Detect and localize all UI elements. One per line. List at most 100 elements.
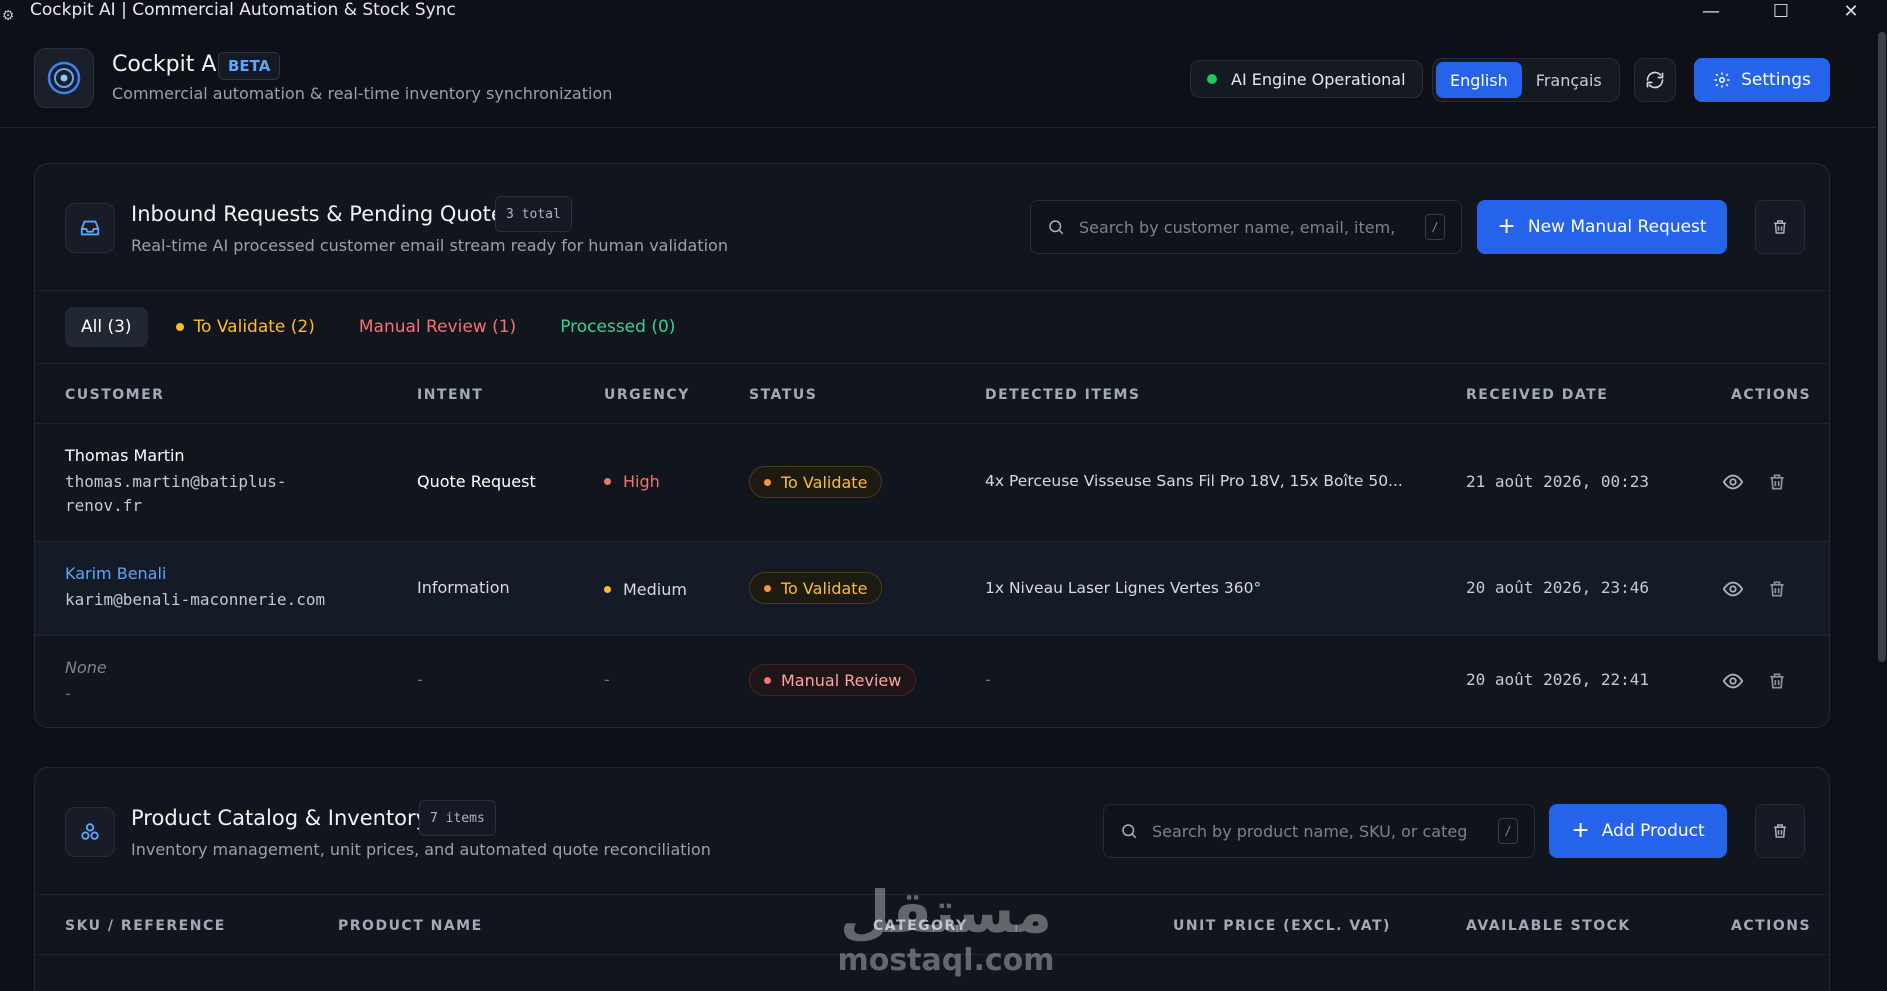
col-received-date: RECEIVED DATE	[1466, 387, 1609, 403]
maximize-icon[interactable]: ☐	[1752, 0, 1810, 22]
trash-icon[interactable]	[1765, 669, 1789, 693]
mostaql-watermark: مستقل mostaql.com	[826, 880, 1066, 990]
delete-all-products-button[interactable]	[1755, 804, 1805, 858]
tab-manual-review[interactable]: Manual Review (1)	[343, 307, 532, 347]
tab-manual-review-label: Manual Review (1)	[358, 317, 517, 337]
gear-icon	[1714, 72, 1730, 88]
detected-items: 1x Niveau Laser Lignes Vertes 360°	[985, 579, 1262, 597]
lang-french[interactable]: Français	[1522, 62, 1616, 98]
plus-icon: +	[1571, 818, 1590, 843]
trash-icon[interactable]	[1765, 577, 1789, 601]
scrollbar-thumb[interactable]	[1878, 32, 1886, 662]
boxes-icon	[65, 807, 115, 857]
col-product-name: PRODUCT NAME	[338, 918, 483, 934]
received-date: 20 août 2026, 23:46	[1466, 578, 1650, 597]
close-icon[interactable]: ✕	[1822, 0, 1880, 22]
new-manual-request-button[interactable]: + New Manual Request	[1477, 200, 1727, 254]
brand-name: Cockpit AI	[112, 52, 223, 77]
add-product-button[interactable]: + Add Product	[1549, 804, 1727, 858]
settings-button[interactable]: Settings	[1694, 58, 1830, 102]
table-row[interactable]: Thomas Martin thomas.martin@batiplus- re…	[35, 424, 1829, 542]
tab-dot	[175, 323, 184, 331]
requests-search[interactable]: /	[1030, 200, 1462, 254]
status-badge: To Validate	[749, 572, 883, 604]
header-subtitle: Commercial automation & real-time invent…	[112, 84, 613, 103]
col-urgency: URGENCY	[604, 387, 690, 403]
intent: -	[417, 670, 423, 689]
status-dot	[764, 584, 771, 592]
watermark-latin: mostaql.com	[837, 943, 1055, 978]
beta-badge: BETA	[218, 52, 281, 80]
requests-table-header: CUSTOMER INTENT URGENCY STATUS DETECTED …	[35, 364, 1829, 424]
refresh-button[interactable]	[1634, 58, 1676, 102]
request-filter-tabs: All (3) To Validate (2) Manual Review (1…	[35, 291, 1829, 364]
new-request-label: New Manual Request	[1527, 217, 1707, 237]
tab-processed[interactable]: Processed (0)	[544, 307, 691, 347]
view-eye-icon[interactable]	[1721, 470, 1745, 494]
col-actions: ACTIONS	[1731, 387, 1812, 403]
catalog-search[interactable]: /	[1103, 804, 1535, 858]
delete-all-requests-button[interactable]	[1755, 200, 1805, 254]
refresh-icon	[1646, 71, 1664, 89]
window-scrollbar[interactable]	[1877, 30, 1887, 670]
requests-count-badge: 3 total	[495, 196, 572, 232]
tab-all[interactable]: All (3)	[65, 307, 148, 347]
inbox-icon	[65, 203, 115, 253]
status-label: To Validate	[781, 472, 868, 492]
col-available-stock: AVAILABLE STOCK	[1466, 918, 1631, 934]
catalog-title: Product Catalog & Inventory	[131, 806, 429, 830]
catalog-card-header: Product Catalog & Inventory 7 items Inve…	[35, 768, 1829, 895]
col-sku: SKU / REFERENCE	[65, 918, 226, 934]
tab-processed-label: Processed (0)	[560, 317, 676, 337]
window-title: Cockpit AI | Commercial Automation & Sto…	[30, 0, 456, 20]
status-dot	[764, 478, 771, 486]
intent: Information	[417, 578, 510, 597]
tab-to-validate[interactable]: To Validate (2)	[160, 307, 331, 347]
window-titlebar: ⚙ Cockpit AI | Commercial Automation & S…	[0, 0, 1887, 32]
status-badge: Manual Review	[749, 664, 917, 696]
trash-icon	[1774, 220, 1786, 234]
minimize-icon[interactable]: —	[1682, 0, 1740, 22]
status-badge: To Validate	[749, 466, 883, 498]
detected-items: -	[985, 670, 991, 689]
status-label: Manual Review	[781, 670, 902, 690]
view-eye-icon[interactable]	[1721, 669, 1745, 693]
requests-title: Inbound Requests & Pending Quotes	[131, 202, 515, 226]
app-header: Cockpit AI BETA Commercial automation & …	[0, 32, 1876, 128]
language-switcher: English Français	[1432, 58, 1620, 102]
customer-email: thomas.martin@batiplus-	[65, 472, 287, 491]
received-date: 20 août 2026, 22:41	[1466, 670, 1650, 689]
settings-label: Settings	[1741, 70, 1811, 90]
tab-all-label: All (3)	[81, 317, 132, 337]
catalog-subtitle: Inventory management, unit prices, and a…	[131, 840, 711, 859]
table-row[interactable]: Karim Benali karim@benali-maconnerie.com…	[35, 542, 1829, 636]
catalog-search-input[interactable]	[1152, 821, 1498, 841]
col-unit-price: UNIT PRICE (EXCL. VAT)	[1173, 918, 1391, 934]
intent: Quote Request	[417, 472, 536, 491]
detected-items: 4x Perceuse Visseuse Sans Fil Pro 18V, 1…	[985, 472, 1403, 490]
requests-search-input[interactable]	[1079, 217, 1425, 237]
inbound-requests-card: Inbound Requests & Pending Quotes 3 tota…	[34, 163, 1830, 728]
app-icon: ⚙	[1, 8, 15, 24]
cockpit-logo-icon	[34, 48, 94, 108]
lang-english[interactable]: English	[1436, 62, 1522, 98]
trash-icon[interactable]	[1765, 470, 1789, 494]
customer-email-cont: renov.fr	[65, 496, 143, 515]
col-actions: ACTIONS	[1731, 918, 1812, 934]
requests-card-header: Inbound Requests & Pending Quotes 3 tota…	[35, 164, 1829, 291]
search-icon	[1122, 824, 1137, 839]
col-customer: CUSTOMER	[65, 387, 165, 403]
col-intent: INTENT	[417, 387, 484, 403]
view-eye-icon[interactable]	[1721, 577, 1745, 601]
table-row[interactable]: None - - - Manual Review - 20 août 2026,…	[35, 636, 1829, 727]
add-product-label: Add Product	[1601, 821, 1705, 841]
customer-name: None	[65, 658, 107, 677]
col-status: STATUS	[749, 387, 818, 403]
catalog-count-badge: 7 items	[419, 800, 496, 836]
search-shortcut-hint: /	[1498, 818, 1518, 844]
status-dot	[1207, 74, 1217, 84]
customer-name[interactable]: Karim Benali	[65, 564, 166, 583]
customer-name: Thomas Martin	[65, 446, 185, 465]
customer-email: karim@benali-maconnerie.com	[65, 590, 326, 609]
search-shortcut-hint: /	[1425, 214, 1445, 240]
